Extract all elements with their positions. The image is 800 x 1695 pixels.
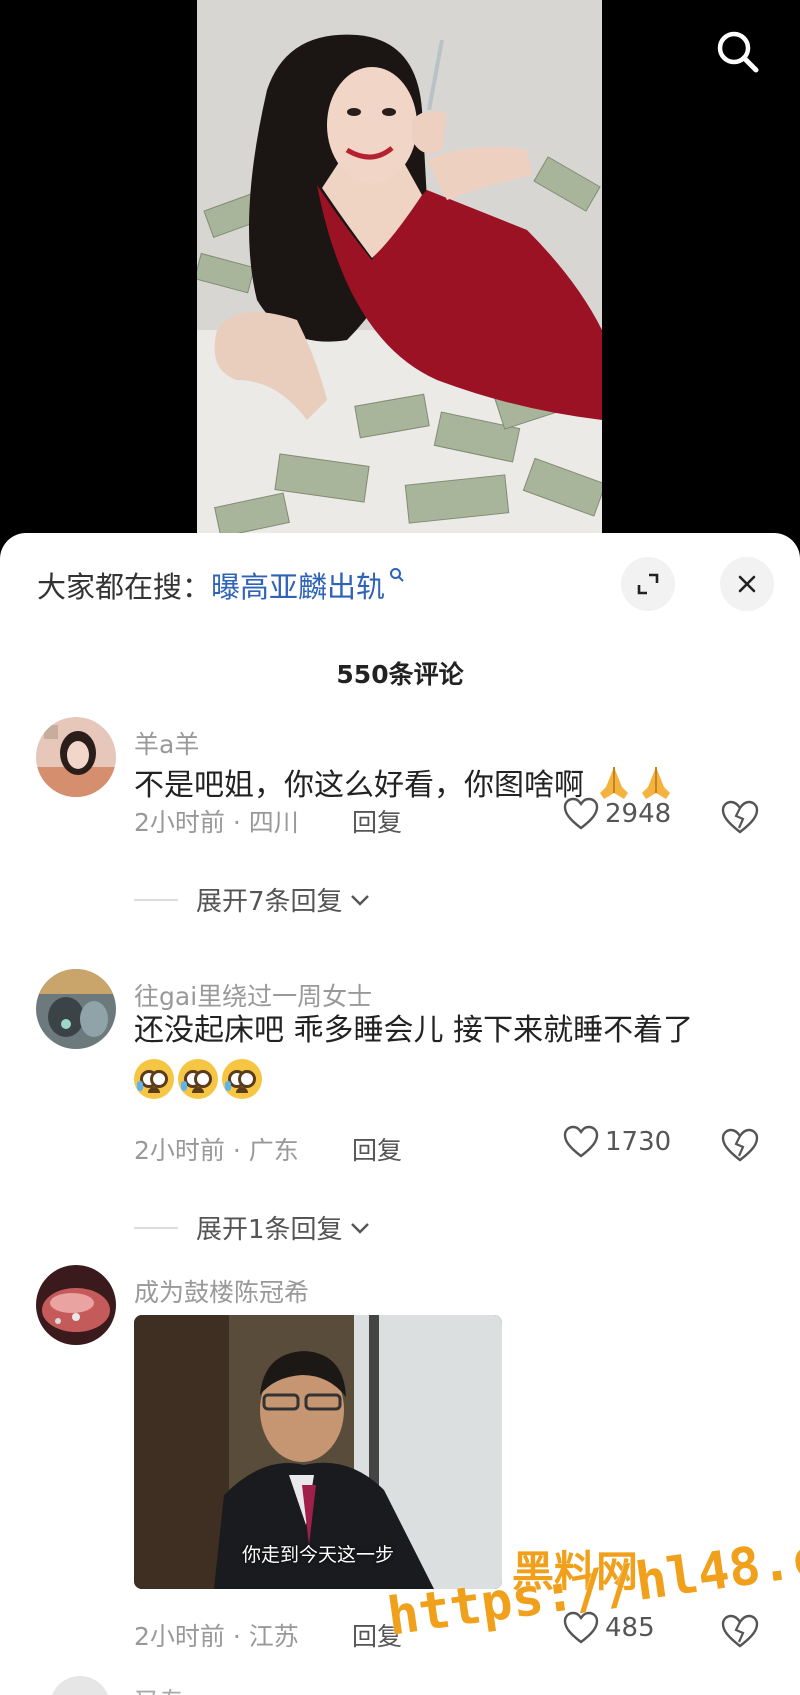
expand-icon [637,573,659,595]
emoji-group [134,1059,262,1099]
expand-replies-button[interactable]: 展开1条回复 [134,1209,371,1246]
avatar[interactable] [36,717,116,797]
comment-time-location: 2小时前 · 江苏 [134,1622,299,1651]
teary-face-icon [178,1059,218,1099]
comment-text-body: 不是吧姐，你这么好看，你图啥啊 [134,768,584,803]
close-icon [738,575,756,593]
chevron-down-icon [350,894,369,906]
chevron-down-icon [350,1222,369,1234]
broken-heart-icon[interactable] [720,1611,760,1651]
search-button[interactable] [710,24,766,80]
image-caption: 你走到今天这一步 [241,1544,394,1566]
like-count: 485 [605,1613,655,1643]
close-button[interactable] [720,557,774,611]
reply-button[interactable]: 回复 [352,803,402,839]
comment-time-location: 2小时前 · 四川 [134,808,299,837]
comment-sheet: 大家都在搜： 曝高亚麟出轨 550条评论 羊a羊 不是吧姐，你这么好看，你图啥啊… [0,533,800,1695]
like-count: 1730 [605,1127,672,1157]
expand-replies-label: 展开1条回复 [196,1215,343,1245]
avatar[interactable] [36,969,116,1049]
like-button[interactable]: 1730 [563,1125,671,1159]
expand-button[interactable] [621,557,675,611]
teary-face-icon [134,1059,174,1099]
comment-count: 550条评论 [336,660,464,689]
expand-replies-button[interactable]: 展开7条回复 [134,881,371,918]
divider [134,898,178,901]
expand-replies-label: 展开7条回复 [196,887,343,917]
comment-text: 还没起床吧 乖多睡会儿 接下来就睡不着了 [134,1013,694,1048]
like-button[interactable]: 485 [563,1611,655,1645]
search-icon [717,31,759,73]
comment-username[interactable]: 成为鼓楼陈冠希 [134,1273,309,1309]
teary-face-icon [222,1059,262,1099]
comment-username[interactable]: 又专 [134,1682,184,1695]
like-button[interactable]: 2948 [563,797,671,831]
trending-search[interactable]: 大家都在搜： 曝高亚麟出轨 [37,559,405,611]
video-area[interactable] [0,0,800,540]
trending-search-term[interactable]: 曝高亚麟出轨 [211,564,385,606]
divider [134,1226,178,1229]
avatar[interactable] [36,1265,116,1345]
broken-heart-icon[interactable] [720,797,760,837]
post-photo[interactable] [197,0,602,540]
heart-icon [563,797,599,830]
heart-icon [563,1611,599,1644]
reply-button[interactable]: 回复 [352,1131,402,1167]
trending-search-prefix: 大家都在搜： [37,570,212,604]
heart-icon [563,1125,599,1158]
broken-heart-icon[interactable] [720,1125,760,1165]
search-icon [389,567,405,588]
comment-image[interactable]: 你走到今天这一步 [134,1315,502,1589]
reply-button[interactable]: 回复 [352,1617,402,1653]
comment-time-location: 2小时前 · 广东 [134,1136,299,1165]
like-count: 2948 [605,799,672,829]
